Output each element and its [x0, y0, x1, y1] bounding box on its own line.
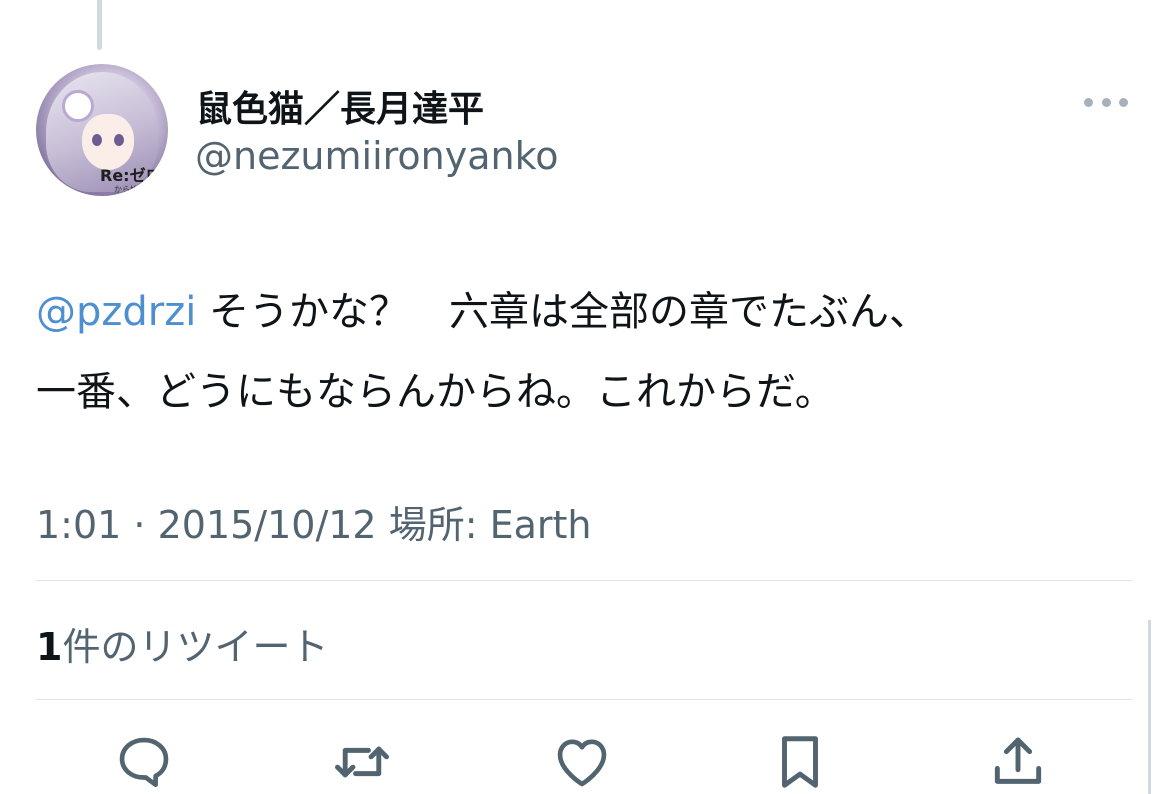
retweet-count: 1 — [36, 625, 63, 669]
thread-connector-line — [97, 0, 102, 50]
author-handle[interactable]: @nezumiironyanko — [195, 134, 559, 178]
retweet-icon — [335, 746, 389, 778]
tweet-time[interactable]: 1:01 — [36, 503, 121, 547]
tweet-text-line-2: 一番、どうにもならんからね。これからだ。 — [36, 369, 835, 415]
share-icon — [994, 737, 1042, 784]
tweet-meta: 1:01 · 2015/10/12 場所: Earth — [36, 494, 592, 549]
mention-link[interactable]: @pzdrzi — [36, 289, 196, 335]
retweet-label: 件のリツイート — [62, 625, 329, 669]
more-options-icon[interactable] — [1084, 96, 1128, 108]
flower-hair-ornament — [62, 90, 94, 122]
divider — [36, 580, 1132, 581]
bookmark-icon — [782, 736, 818, 788]
reply-icon — [119, 737, 169, 788]
like-button[interactable] — [550, 730, 614, 794]
divider — [36, 699, 1132, 700]
heart-icon — [557, 739, 607, 787]
share-button[interactable] — [986, 730, 1050, 794]
location-label: 場所: — [376, 503, 490, 547]
tweet-text-line-1: @pzdrzi そうかな？ 六章は全部の章でたぶん、 — [36, 272, 1126, 352]
avatar-logo-subtext: から始 — [114, 185, 138, 194]
retweet-stats[interactable]: 1件のリツイート — [36, 616, 328, 671]
tweet-text: @pzdrzi そうかな？ 六章は全部の章でたぶん、 一番、どうにもならんからね… — [36, 272, 1126, 432]
meta-separator: · — [121, 503, 158, 547]
avatar[interactable]: Re:ゼロ から始 — [36, 64, 168, 196]
tweet-date[interactable]: 2015/10/12 — [158, 503, 377, 547]
retweet-button[interactable] — [330, 730, 394, 794]
tweet-text-line-1-rest: そうかな？ 六章は全部の章でたぶん、 — [196, 289, 930, 335]
avatar-logo-text: Re:ゼロ — [100, 166, 162, 185]
action-bar — [0, 730, 1153, 794]
reply-button[interactable] — [112, 730, 176, 794]
tweet-location[interactable]: Earth — [490, 503, 592, 547]
bookmark-button[interactable] — [768, 730, 832, 794]
author-display-name[interactable]: 鼠色猫／長月達平 — [196, 80, 484, 132]
